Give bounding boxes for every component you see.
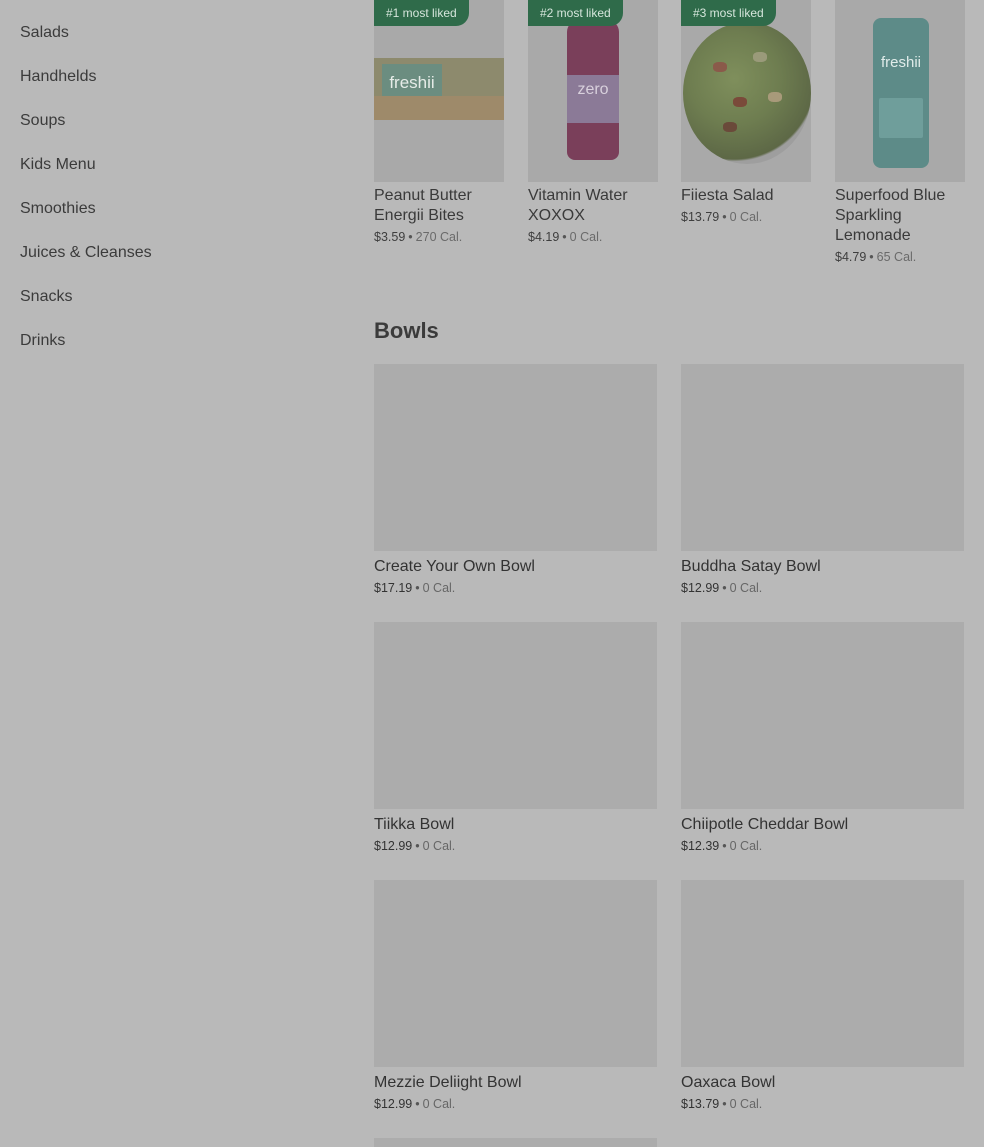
product-calories: 65 Cal. xyxy=(876,250,917,264)
lemonade-can-art: freshii xyxy=(873,18,929,168)
product-price: $4.79 xyxy=(835,250,867,264)
menu-item-calories: 0 Cal. xyxy=(729,1097,763,1111)
separator-dot: • xyxy=(722,581,727,595)
menu-item-price: $12.99 xyxy=(374,1097,413,1111)
product-image: zero #2 most liked xyxy=(528,0,658,182)
sidebar-item-handhelds[interactable]: Handhelds xyxy=(20,66,320,110)
product-price: $13.79 xyxy=(681,210,720,224)
menu-item-card[interactable]: Tiikka Bowl $12.99 • 0 Cal. xyxy=(374,622,657,853)
menu-item-price-calories: $13.79 • 0 Cal. xyxy=(681,1097,964,1111)
menu-item-price-calories: $12.99 • 0 Cal. xyxy=(374,839,657,853)
separator-dot: • xyxy=(722,210,727,224)
menu-item-name: Buddha Satay Bowl xyxy=(681,558,821,575)
brand-logo: zero xyxy=(567,75,619,123)
menu-item-card[interactable]: Oaxaca Bowl $13.79 • 0 Cal. xyxy=(681,880,964,1111)
sidebar-item-drinks[interactable]: Drinks xyxy=(20,330,320,374)
product-price-calories: $3.59 • 270 Cal. xyxy=(374,230,504,244)
menu-item-card[interactable]: Chiipotle Cheddar Bowl $12.39 • 0 Cal. xyxy=(681,622,964,853)
most-liked-badge: #2 most liked xyxy=(528,0,623,26)
menu-item-name: Tiikka Bowl xyxy=(374,816,455,833)
menu-item-image-placeholder[interactable] xyxy=(374,1138,657,1147)
popular-item-card[interactable]: freshii #1 most liked Peanut Butter Ener… xyxy=(374,0,504,244)
energy-bites-package-art: freshii xyxy=(374,58,504,120)
brand-logo: freshii xyxy=(880,54,921,71)
popular-item-card[interactable]: freshii Superfood Blue Sparkling Lemonad… xyxy=(835,0,965,264)
product-calories: 270 Cal. xyxy=(415,230,463,244)
menu-item-price-calories: $12.99 • 0 Cal. xyxy=(374,1097,657,1111)
menu-item-name: Chiipotle Cheddar Bowl xyxy=(681,816,849,833)
salad-bowl-art xyxy=(683,22,811,164)
menu-item-image-placeholder xyxy=(681,880,964,1067)
menu-item-calories: 0 Cal. xyxy=(422,581,456,595)
product-image: freshii #1 most liked xyxy=(374,0,504,182)
sidebar-item-soups[interactable]: Soups xyxy=(20,110,320,154)
menu-item-card[interactable]: Mezzie Deliight Bowl $12.99 • 0 Cal. xyxy=(374,880,657,1111)
separator-dot: • xyxy=(408,230,413,244)
product-price-calories: $4.79 • 65 Cal. xyxy=(835,250,965,264)
separator-dot: • xyxy=(869,250,874,264)
menu-item-image-placeholder xyxy=(681,622,964,809)
menu-item-image-placeholder xyxy=(681,364,964,551)
separator-dot: • xyxy=(415,839,420,853)
menu-item-price: $17.19 xyxy=(374,581,413,595)
menu-item-price: $13.79 xyxy=(681,1097,720,1111)
product-name: Vitamin Water XOXOX xyxy=(528,187,628,224)
menu-item-name: Mezzie Deliight Bowl xyxy=(374,1074,522,1091)
menu-item-image-placeholder xyxy=(374,880,657,1067)
menu-item-price-calories: $12.39 • 0 Cal. xyxy=(681,839,964,853)
product-calories: 0 Cal. xyxy=(569,230,603,244)
product-calories: 0 Cal. xyxy=(729,210,763,224)
sidebar-item-juices-cleanses[interactable]: Juices & Cleanses xyxy=(20,242,320,286)
separator-dot: • xyxy=(415,581,420,595)
sidebar-item-smoothies[interactable]: Smoothies xyxy=(20,198,320,242)
menu-item-price: $12.99 xyxy=(681,581,720,595)
sidebar-item-kids-menu[interactable]: Kids Menu xyxy=(20,154,320,198)
section-title-bowls: Bowls xyxy=(374,318,439,343)
sidebar-item-salads[interactable]: Salads xyxy=(20,22,320,66)
category-sidebar: Salads Handhelds Soups Kids Menu Smoothi… xyxy=(20,22,320,374)
product-name: Fiiesta Salad xyxy=(681,187,774,204)
separator-dot: • xyxy=(415,1097,420,1111)
separator-dot: • xyxy=(722,1097,727,1111)
menu-item-image-placeholder xyxy=(374,622,657,809)
menu-item-name: Create Your Own Bowl xyxy=(374,558,535,575)
product-price-calories: $13.79 • 0 Cal. xyxy=(681,210,811,224)
most-liked-badge: #3 most liked xyxy=(681,0,776,26)
separator-dot: • xyxy=(562,230,567,244)
most-liked-badge: #1 most liked xyxy=(374,0,469,26)
popular-item-card[interactable]: zero #2 most liked Vitamin Water XOXOX $… xyxy=(528,0,658,244)
separator-dot: • xyxy=(722,839,727,853)
menu-item-image-placeholder xyxy=(374,364,657,551)
product-name: Superfood Blue Sparkling Lemonade xyxy=(835,187,946,244)
menu-item-calories: 0 Cal. xyxy=(729,581,763,595)
product-image: #3 most liked xyxy=(681,0,811,182)
most-liked-carousel: freshii #1 most liked Peanut Butter Ener… xyxy=(374,0,965,270)
product-price: $3.59 xyxy=(374,230,406,244)
popular-item-card[interactable]: #3 most liked Fiiesta Salad $13.79 • 0 Cal… xyxy=(681,0,811,224)
product-name: Peanut Butter Energii Bites xyxy=(374,187,472,224)
menu-item-calories: 0 Cal. xyxy=(422,839,456,853)
product-price: $4.19 xyxy=(528,230,560,244)
menu-item-card[interactable]: Buddha Satay Bowl $12.99 • 0 Cal. xyxy=(681,364,964,595)
product-image: freshii xyxy=(835,0,965,182)
menu-item-calories: 0 Cal. xyxy=(422,1097,456,1111)
menu-item-price-calories: $17.19 • 0 Cal. xyxy=(374,581,657,595)
product-price-calories: $4.19 • 0 Cal. xyxy=(528,230,658,244)
menu-item-price: $12.39 xyxy=(681,839,720,853)
menu-item-price-calories: $12.99 • 0 Cal. xyxy=(681,581,964,595)
menu-item-name: Oaxaca Bowl xyxy=(681,1074,776,1091)
sidebar-item-snacks[interactable]: Snacks xyxy=(20,286,320,330)
menu-item-card[interactable]: Create Your Own Bowl $17.19 • 0 Cal. xyxy=(374,364,657,595)
menu-item-price: $12.99 xyxy=(374,839,413,853)
menu-item-calories: 0 Cal. xyxy=(729,839,763,853)
vitamin-water-bottle-art: zero xyxy=(567,12,619,160)
